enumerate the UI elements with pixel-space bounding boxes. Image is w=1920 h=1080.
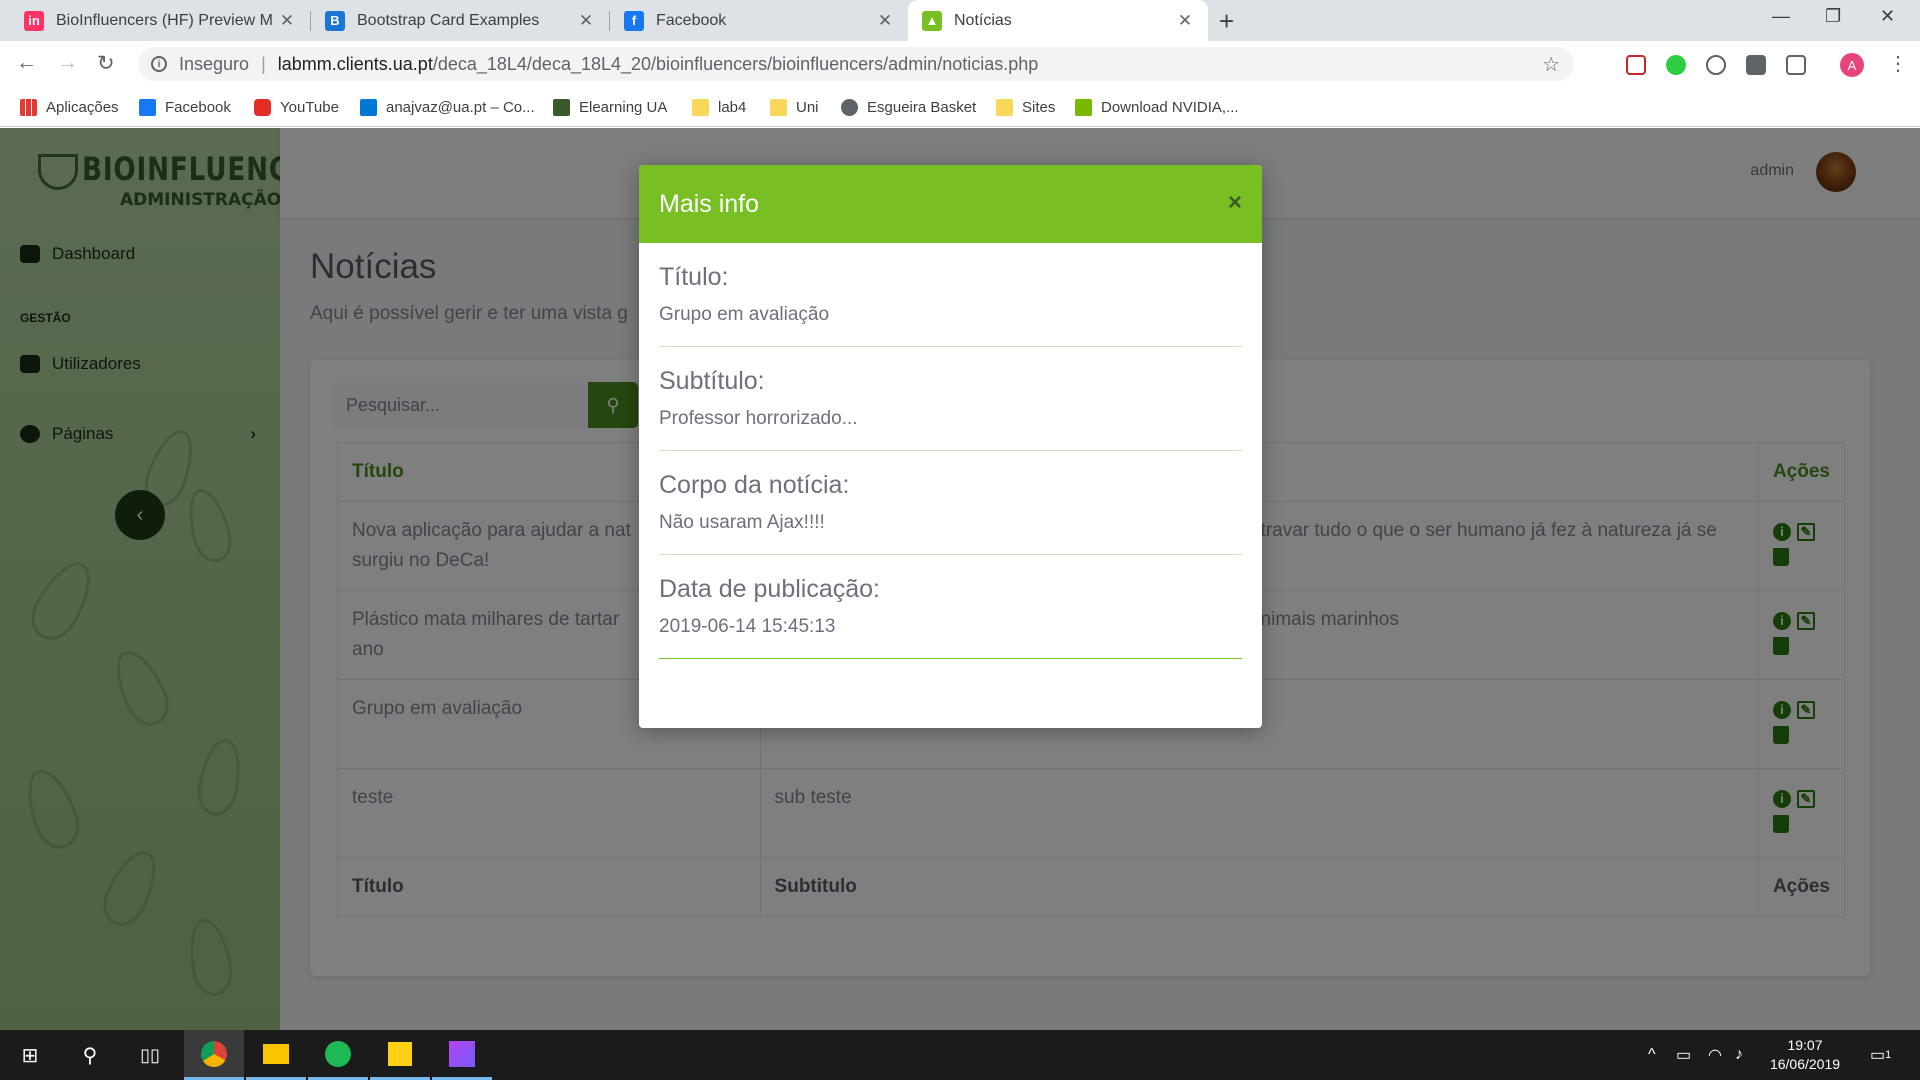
modal-field-corpo: Corpo da notícia: Não usaram Ajax!!!! <box>659 451 1242 555</box>
bookmark-nvidia[interactable]: Download NVIDIA,... <box>1075 87 1239 127</box>
search-button[interactable]: ⚲ <box>60 1030 120 1080</box>
windows-taskbar: ⊞ ⚲ ▯▯ ^ ▭ ◠ ♪ 19:07 16/06/2019 ▭ 1 <box>0 1030 1920 1080</box>
notifications-button[interactable]: ▭ 1 <box>1870 1030 1891 1080</box>
folder-icon <box>770 98 787 116</box>
bookmark-apps[interactable]: Aplicações <box>20 87 119 127</box>
url-host: labmm.clients.ua.pt <box>277 53 433 74</box>
taskbar-file-explorer[interactable] <box>246 1030 306 1080</box>
tab-label: Facebook <box>656 11 727 29</box>
search-icon: ⚲ <box>82 1044 98 1067</box>
task-view-icon: ▯▯ <box>140 1044 160 1065</box>
security-label: Inseguro <box>179 53 250 74</box>
modal-close-button[interactable]: × <box>1228 189 1242 217</box>
chrome-icon <box>201 1040 227 1067</box>
forward-icon[interactable]: → <box>57 51 78 75</box>
sticky-notes-icon <box>388 1041 412 1066</box>
bookmark-outlook[interactable]: anajvaz@ua.pt – Co... <box>360 87 535 127</box>
address-bar[interactable]: i Inseguro | labmm.clients.ua.pt /deca_1… <box>138 47 1574 81</box>
close-window-icon[interactable]: ✕ <box>1880 6 1895 27</box>
bookmark-esgueira[interactable]: Esgueira Basket <box>841 87 976 127</box>
recycle-extension-icon[interactable] <box>1706 55 1726 75</box>
info-icon[interactable]: i <box>151 56 167 72</box>
windows-logo-icon: ⊞ <box>21 1044 39 1067</box>
minimize-icon[interactable]: — <box>1772 6 1790 27</box>
spotify-icon <box>325 1040 351 1067</box>
start-button[interactable]: ⊞ <box>0 1030 60 1080</box>
menu-kebab-icon[interactable]: ⋮ <box>1888 51 1908 76</box>
modal-title: Mais info <box>659 189 760 218</box>
bookmark-star-icon[interactable]: ☆ <box>1542 52 1560 77</box>
tab-bootstrap-card-examples[interactable]: B Bootstrap Card Examples ✕ <box>311 0 609 41</box>
volume-icon[interactable]: ♪ <box>1735 1030 1743 1080</box>
globe-icon <box>841 98 858 116</box>
invision-icon: in <box>24 10 44 31</box>
tab-bioinfluencers-preview[interactable]: in BioInfluencers (HF) Preview Mode ✕ <box>10 0 310 41</box>
bootstrap-icon: B <box>325 10 345 31</box>
new-tab-button[interactable]: + <box>1219 6 1234 37</box>
facebook-icon <box>139 98 156 116</box>
bookmark-uni[interactable]: Uni <box>770 87 819 127</box>
folder-icon <box>263 1043 289 1064</box>
outlook-icon <box>360 98 377 116</box>
green-extension-icon[interactable] <box>1666 55 1686 75</box>
taskbar-phpstorm[interactable] <box>432 1030 492 1080</box>
elearning-icon <box>553 98 570 116</box>
taskbar-sticky-notes[interactable] <box>370 1030 430 1080</box>
taskbar-chrome[interactable] <box>184 1030 244 1080</box>
bookmark-elearning[interactable]: Elearning UA <box>553 87 667 127</box>
modal-field-subtitulo: Subtítulo: Professor horrorizado... <box>659 347 1242 451</box>
info-modal: Mais info × Título: Grupo em avaliação S… <box>639 165 1262 728</box>
close-tab-icon[interactable]: ✕ <box>1176 11 1194 31</box>
close-tab-icon[interactable]: ✕ <box>876 11 894 31</box>
bookmark-facebook[interactable]: Facebook <box>139 87 231 127</box>
youtube-icon <box>254 98 271 116</box>
modal-field-data: Data de publicação: 2019-06-14 15:45:13 <box>659 555 1242 659</box>
tab-noticias[interactable]: ▲ Notícias ✕ <box>908 0 1208 41</box>
close-tab-icon[interactable]: ✕ <box>278 11 296 31</box>
close-tab-icon[interactable]: ✕ <box>577 11 595 31</box>
tray-chevron-icon[interactable]: ^ <box>1648 1030 1656 1080</box>
tab-label: Notícias <box>954 11 1012 29</box>
barcode-extension-icon[interactable] <box>1786 55 1806 75</box>
browser-toolbar: ← → ↻ i Inseguro | labmm.clients.ua.pt /… <box>0 41 1920 87</box>
apps-grid-icon <box>20 98 37 116</box>
taskbar-spotify[interactable] <box>308 1030 368 1080</box>
bookmark-sites[interactable]: Sites <box>996 87 1055 127</box>
tab-facebook[interactable]: f Facebook ✕ <box>610 0 908 41</box>
folder-icon <box>692 98 709 116</box>
facebook-extension-icon[interactable] <box>1746 55 1766 75</box>
bookmarks-bar: Aplicações Facebook YouTube anajvaz@ua.p… <box>0 87 1920 127</box>
system-clock[interactable]: 19:07 16/06/2019 <box>1760 1036 1850 1074</box>
folder-icon <box>996 98 1013 116</box>
reload-icon[interactable]: ↻ <box>97 51 115 76</box>
nvidia-icon <box>1075 98 1092 116</box>
phpstorm-icon <box>449 1040 475 1067</box>
restore-icon[interactable]: ❐ <box>1825 6 1841 27</box>
modal-header: Mais info <box>639 165 1262 243</box>
task-view-button[interactable]: ▯▯ <box>120 1030 180 1080</box>
leaf-favicon-icon: ▲ <box>922 10 942 31</box>
bookmark-lab4[interactable]: lab4 <box>692 87 746 127</box>
facebook-icon: f <box>624 10 644 31</box>
wifi-icon[interactable]: ◠ <box>1708 1030 1722 1080</box>
profile-avatar[interactable]: A <box>1840 53 1864 77</box>
notification-icon: ▭ <box>1870 1047 1886 1064</box>
bookmark-youtube[interactable]: YouTube <box>254 87 339 127</box>
pocket-extension-icon[interactable] <box>1626 55 1646 75</box>
modal-field-titulo: Título: Grupo em avaliação <box>659 243 1242 347</box>
tab-label: BioInfluencers (HF) Preview Mode <box>56 11 272 29</box>
browser-tab-strip: in BioInfluencers (HF) Preview Mode ✕ B … <box>0 0 1920 41</box>
url-path: /deca_18L4/deca_18L4_20/bioinfluencers/b… <box>432 53 1039 74</box>
back-icon[interactable]: ← <box>16 51 37 75</box>
tab-label: Bootstrap Card Examples <box>357 11 540 29</box>
battery-icon[interactable]: ▭ <box>1676 1030 1691 1080</box>
